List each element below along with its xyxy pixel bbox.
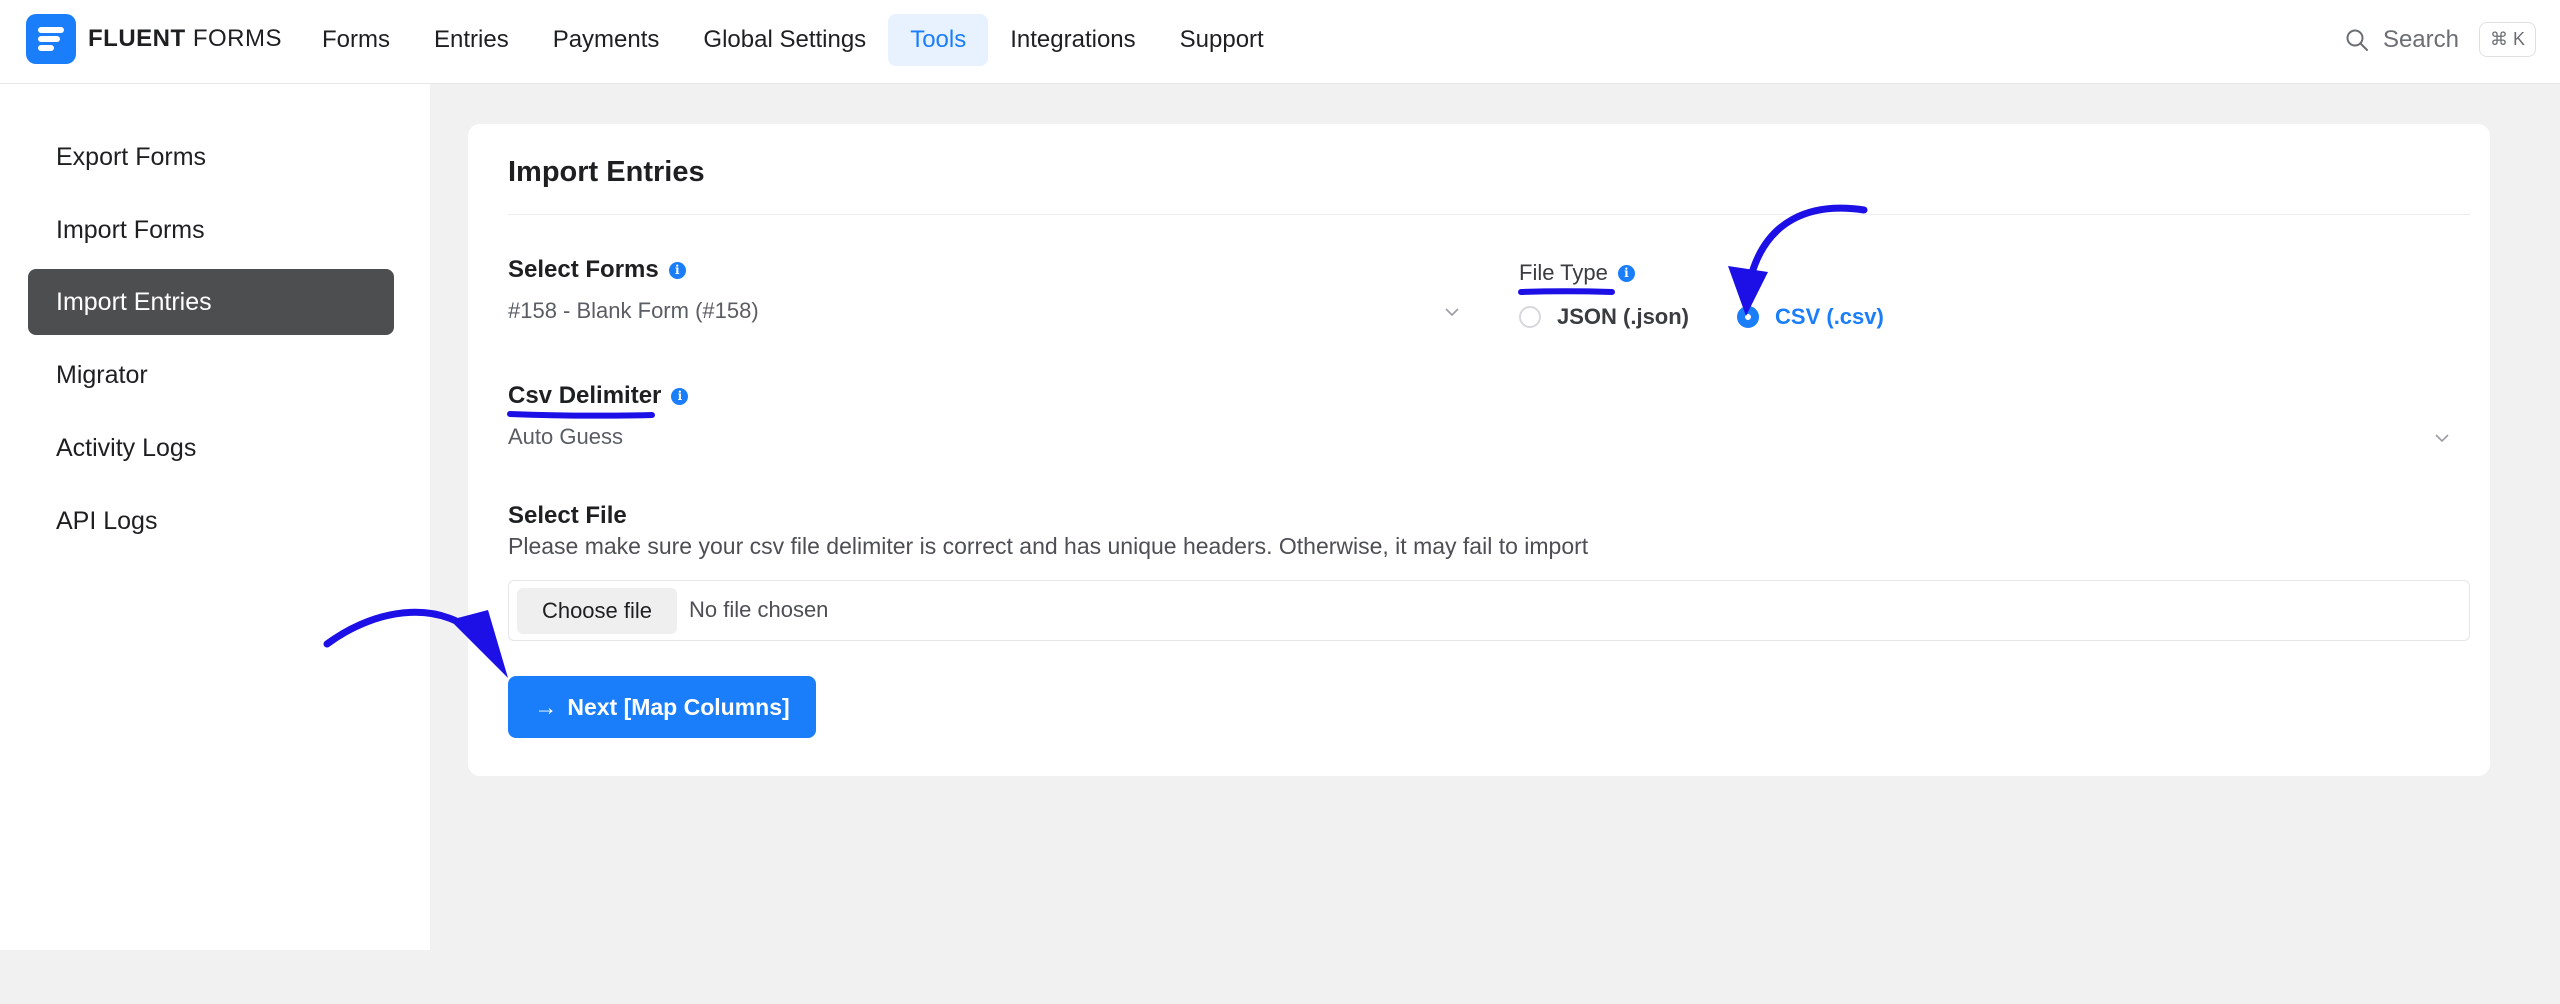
choose-file-button[interactable]: Choose file	[517, 588, 677, 634]
search-button[interactable]: Search ⌘ K	[2345, 22, 2536, 57]
info-icon[interactable]: i	[1617, 264, 1635, 282]
sidebar-item-import-entries[interactable]: Import Entries	[28, 269, 394, 335]
brand-name: FLUENT FORMS	[88, 25, 282, 52]
sidebar-item-activity-logs[interactable]: Activity Logs	[28, 415, 394, 481]
next-button-label: Next [Map Columns]	[567, 693, 790, 720]
select-forms-dropdown[interactable]: #158 - Blank Form (#158)	[508, 294, 1460, 334]
search-label: Search	[2382, 25, 2459, 53]
file-type-radio-group: JSON (.json) CSV (.csv)	[1519, 304, 1884, 330]
info-icon[interactable]: i	[668, 261, 686, 279]
radio-json-button[interactable]	[1519, 306, 1541, 328]
tools-sidebar: Export Forms Import Forms Import Entries…	[0, 84, 430, 950]
file-status-text: No file chosen	[689, 597, 829, 622]
nav-integrations[interactable]: Integrations	[988, 14, 1157, 66]
top-bar: FLUENT FORMS Forms Entries Payments Glob…	[0, 0, 2560, 84]
select-forms-label: Select Forms i	[508, 256, 686, 284]
import-entries-card: Import Entries Select Forms i #158 - Bla…	[468, 124, 2490, 776]
next-map-columns-button[interactable]: → Next [Map Columns]	[508, 676, 816, 738]
main-nav: Forms Entries Payments Global Settings T…	[300, 14, 1286, 66]
radio-csv[interactable]: CSV (.csv)	[1737, 304, 1884, 330]
csv-delimiter-dropdown[interactable]: Auto Guess	[508, 420, 2470, 460]
sidebar-item-export-forms[interactable]: Export Forms	[28, 124, 394, 190]
csv-delimiter-label: Csv Delimiter i	[508, 382, 689, 410]
search-shortcut-badge: ⌘ K	[2478, 22, 2536, 57]
nav-forms[interactable]: Forms	[300, 14, 412, 66]
radio-csv-label[interactable]: CSV (.csv)	[1775, 304, 1884, 330]
nav-tools[interactable]: Tools	[888, 14, 989, 66]
title-divider	[508, 214, 2470, 215]
sidebar-item-api-logs[interactable]: API Logs	[28, 488, 394, 554]
chevron-down-icon	[2435, 434, 2449, 443]
page-title: Import Entries	[508, 156, 705, 188]
radio-json[interactable]: JSON (.json)	[1519, 304, 1689, 330]
fluent-forms-logo-icon	[26, 14, 76, 64]
nav-global-settings[interactable]: Global Settings	[681, 14, 888, 66]
radio-csv-button[interactable]	[1737, 306, 1760, 328]
csv-delimiter-value: Auto Guess	[508, 424, 623, 449]
chevron-down-icon	[1445, 308, 1459, 317]
info-icon[interactable]: i	[671, 387, 689, 405]
file-input[interactable]: Choose file No file chosen	[508, 580, 2470, 641]
search-icon	[2346, 29, 2368, 51]
radio-json-label[interactable]: JSON (.json)	[1557, 304, 1689, 330]
select-file-label: Select File	[508, 502, 627, 529]
sidebar-item-migrator[interactable]: Migrator	[28, 342, 394, 408]
arrow-right-icon: →	[534, 693, 558, 720]
file-type-label: File Type i	[1519, 260, 1635, 286]
brand-logo[interactable]: FLUENT FORMS	[26, 14, 282, 64]
nav-support[interactable]: Support	[1158, 14, 1286, 66]
select-file-help-text: Please make sure your csv file delimiter…	[508, 533, 1589, 559]
sidebar-item-import-forms[interactable]: Import Forms	[28, 197, 394, 263]
nav-payments[interactable]: Payments	[531, 14, 682, 66]
nav-entries[interactable]: Entries	[412, 14, 531, 66]
select-forms-value: #158 - Blank Form (#158)	[508, 298, 759, 323]
